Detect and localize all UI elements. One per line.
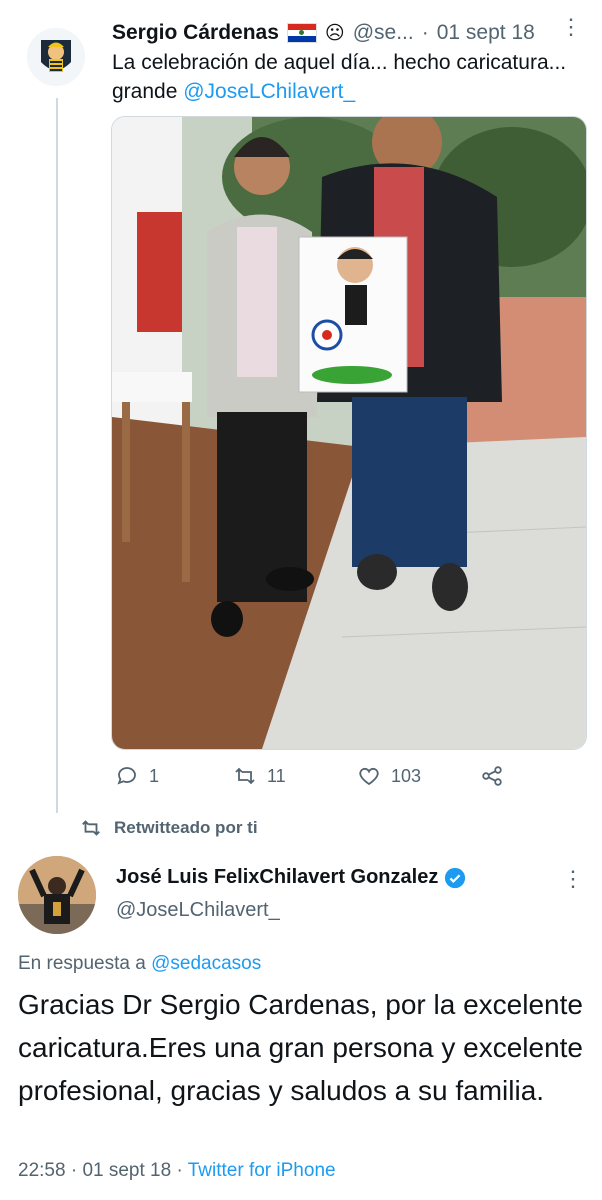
- more-icon[interactable]: ⋮: [562, 866, 584, 892]
- tweet-source-link[interactable]: Twitter for iPhone: [188, 1160, 336, 1181]
- verified-badge-icon: [445, 867, 466, 888]
- more-icon[interactable]: ⋮: [560, 14, 582, 40]
- tweet-text: La celebración de aquel día... hecho car…: [112, 48, 572, 106]
- reply-count: 1: [149, 765, 160, 786]
- reply-context: En respuesta a @sedacasos: [18, 953, 261, 975]
- separator: ·: [421, 21, 429, 44]
- author-avatar[interactable]: [27, 28, 85, 86]
- author-name-row: José Luis FelixChilavert Gonzalez: [116, 866, 466, 889]
- tweet-date[interactable]: 01 sept 18: [437, 21, 535, 45]
- separator: ·: [176, 1160, 183, 1181]
- tweet-time[interactable]: 22:58: [18, 1160, 66, 1181]
- like-icon: [359, 767, 379, 786]
- author-handle[interactable]: @JoseLChilavert_: [116, 899, 280, 922]
- tweet-text: Gracias Dr Sergio Cardenas, por la excel…: [18, 989, 583, 1106]
- author-handle[interactable]: @se...: [353, 21, 414, 45]
- tweet-date[interactable]: 01 sept 18: [82, 1160, 171, 1181]
- share-icon: [482, 766, 502, 786]
- author-name[interactable]: José Luis FelixChilavert Gonzalez: [116, 866, 438, 889]
- retweeted-banner: Retwitteado por ti: [80, 817, 258, 839]
- tweet-meta: 22:58 · 01 sept 18 · Twitter for iPhone: [18, 1160, 336, 1182]
- reply-prefix: En respuesta a: [18, 953, 152, 974]
- author-name[interactable]: Sergio Cárdenas: [112, 21, 279, 45]
- reply-mention-link[interactable]: @sedacasos: [151, 953, 261, 974]
- mention-link[interactable]: @JoseLChilavert_: [183, 80, 355, 103]
- retweet-count: 11: [267, 765, 286, 786]
- retweet-action[interactable]: 11: [233, 762, 286, 790]
- paraguay-flag-icon: [286, 23, 317, 43]
- author-avatar[interactable]: [18, 856, 96, 934]
- share-action[interactable]: [480, 762, 504, 790]
- profile-badge-icon: ☹: [324, 22, 345, 44]
- like-action[interactable]: 103: [357, 762, 421, 790]
- reply-icon: [117, 767, 136, 785]
- tweet-header: Sergio Cárdenas ☹ @se... · 01 sept 18: [112, 18, 582, 48]
- like-count: 103: [391, 765, 422, 786]
- reply-action[interactable]: 1: [115, 762, 159, 790]
- separator: ·: [70, 1160, 78, 1181]
- retweet-icon: [235, 767, 255, 785]
- retweet-icon: [82, 820, 100, 836]
- retweeted-label: Retwitteado por ti: [114, 818, 258, 837]
- thread-connector-line: [56, 98, 58, 813]
- tweet-photo[interactable]: [111, 116, 587, 750]
